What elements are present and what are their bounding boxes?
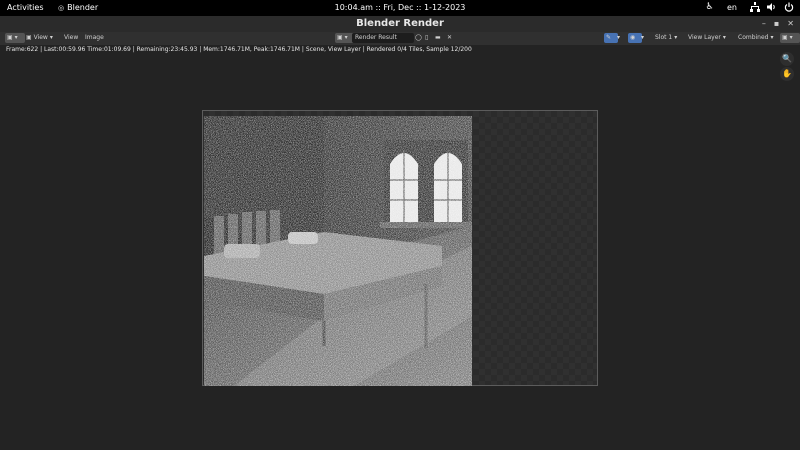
unlink-image-icon[interactable]: ✕ [445,33,454,43]
render-status-text: Frame:622 | Last:00:59.96 Time:01:09.69 … [6,46,472,53]
view-layer-select[interactable]: View Layer [686,33,728,43]
image-editor-header: ▣ ▣ View View Image ▣ Render Result ◯ ▯ … [0,32,800,45]
view-mode-menu[interactable]: ▣ View [24,33,55,43]
window-titlebar[interactable]: Blender Render – ▪ ✕ [0,16,800,32]
render-noise [204,116,472,386]
render-canvas[interactable] [202,110,598,386]
power-icon[interactable] [783,2,794,13]
network-icon[interactable] [749,2,760,13]
clock[interactable]: 10:04.am :: Fri, Dec :: 1-12-2023 [335,3,466,12]
channels-dropdown[interactable]: ▾ [639,33,646,43]
menu-image[interactable]: Image [83,33,106,43]
window-title: Blender Render [356,18,444,29]
view-mode-label: View [33,34,48,41]
pan-hand-icon[interactable]: ✋ [780,67,794,81]
sidebar-toggle-button[interactable]: ▣ [780,33,800,43]
menu-view[interactable]: View [62,33,80,43]
render-pass-select[interactable]: Combined [736,33,776,43]
image-browse-icon: ▣ [337,34,343,41]
close-icon[interactable]: ✕ [787,16,794,32]
system-tray[interactable]: ♿ en [704,2,794,13]
editor-type-button[interactable]: ▣ [5,33,25,43]
activities-button[interactable]: Activities [7,3,44,12]
zoom-icon[interactable]: 🔍 [780,52,794,66]
image-editor-icon: ▣ [7,34,13,41]
os-top-bar: Activities ◎ Blender 10:04.am :: Fri, Dec… [0,0,800,16]
new-image-icon[interactable]: ▯ [423,33,430,43]
app-menu[interactable]: ◎ Blender [58,3,98,12]
slot-select[interactable]: Slot 1 [653,33,679,43]
volume-icon[interactable] [766,2,777,13]
view-mode-icon: ▣ [26,34,32,41]
blender-icon: ◎ [58,4,65,12]
sidebar-icon: ▣ [782,34,788,41]
app-name: Blender [67,3,99,12]
render-image [204,116,472,386]
open-image-icon[interactable]: ▬ [433,33,443,43]
minimize-icon[interactable]: – [762,16,766,32]
maximize-icon[interactable]: ▪ [774,16,779,32]
tool-dropdown[interactable]: ▾ [615,33,622,43]
image-name-field[interactable]: Render Result [352,33,414,43]
accessibility-icon[interactable]: ♿ [704,2,715,13]
input-language[interactable]: en [727,3,737,12]
